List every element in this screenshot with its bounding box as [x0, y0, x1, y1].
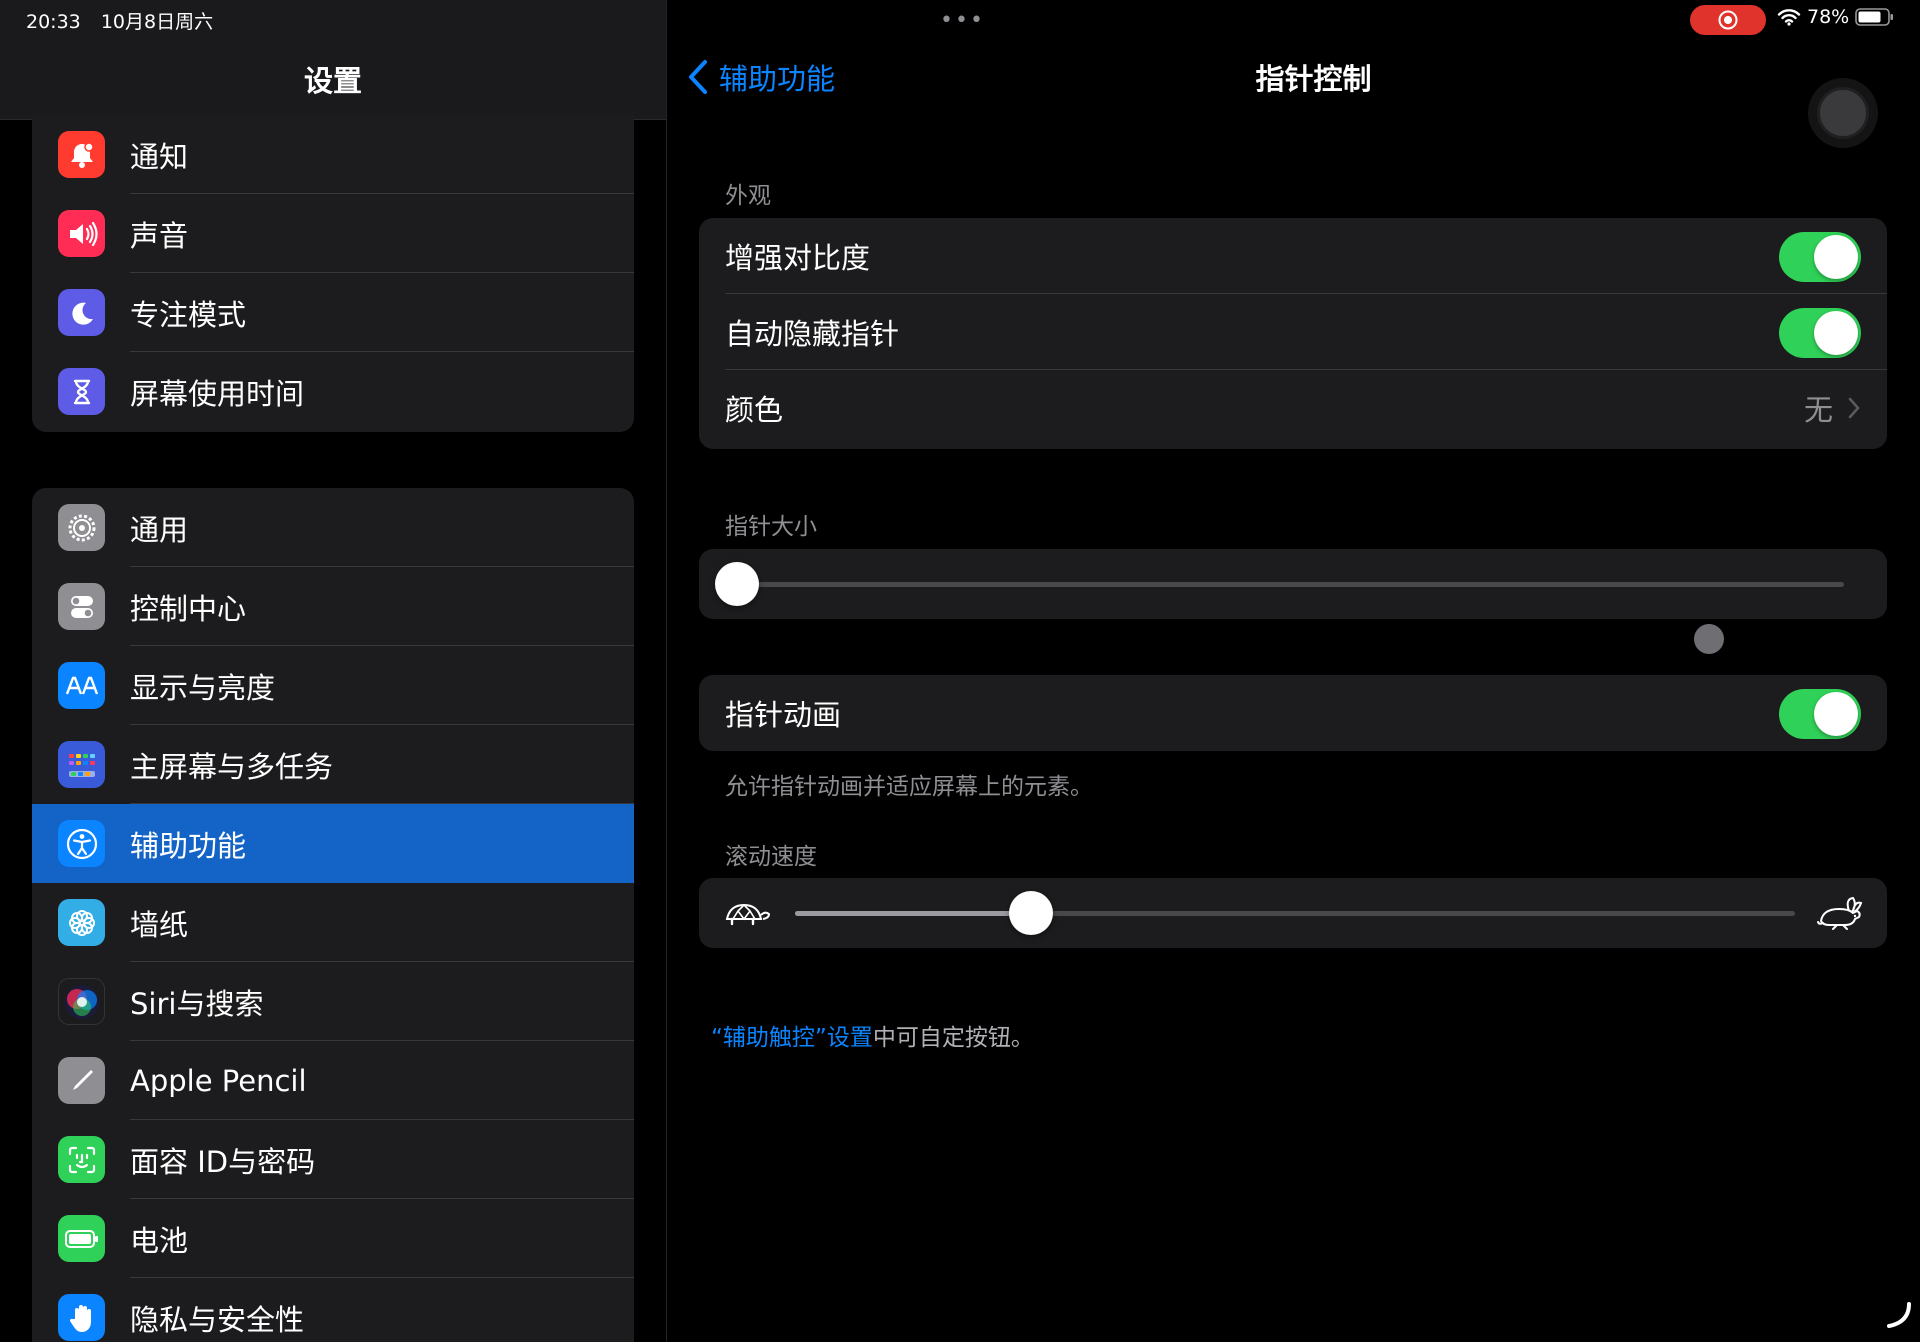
sidebar-item-label: 电池	[130, 1223, 189, 1258]
sidebar-header: 20:33 10月8日周六 设置	[0, 0, 666, 120]
pointer-animations-toggle[interactable]	[1779, 689, 1861, 739]
hare-icon	[1817, 896, 1863, 930]
battery-status-icon	[1855, 8, 1894, 26]
control-center-icon	[58, 583, 105, 630]
wifi-icon	[1777, 9, 1801, 26]
sidebar-item-label: 专注模式	[130, 297, 247, 332]
sidebar-item-label: 面容 ID与密码	[130, 1144, 316, 1179]
sidebar-item-screen-time[interactable]: 屏幕使用时间	[32, 352, 634, 431]
assistive-touch-footer-text: 中可自定按钮。	[872, 1025, 1034, 1051]
pointer-animations-label: 指针动画	[725, 698, 842, 732]
scroll-speed-card	[699, 878, 1887, 948]
pointer-animations-row: 指针动画	[699, 675, 1887, 751]
settings-group-notifications: 通知 声音 专注模式 屏幕使用时间	[32, 115, 634, 432]
appearance-section-header: 外观	[725, 183, 771, 209]
status-time: 20:33	[26, 11, 81, 33]
sidebar-item-sounds[interactable]: 声音	[32, 194, 634, 273]
battery-percentage: 78%	[1807, 6, 1850, 28]
battery-icon	[58, 1215, 105, 1262]
scroll-speed-section-header: 滚动速度	[725, 844, 817, 870]
home-screen-icon	[58, 741, 105, 788]
status-bar-left: 20:33 10月8日周六	[26, 7, 227, 34]
sounds-icon	[58, 210, 105, 257]
siri-icon	[58, 978, 105, 1025]
display-brightness-icon	[58, 662, 105, 709]
sidebar-item-privacy[interactable]: 隐私与安全性	[32, 1278, 634, 1342]
pointer-control-detail: ••• 78% 辅助功能 指针控制 外观 增强对比度 自动隐藏指针 颜色 无 指…	[667, 0, 1920, 1342]
sidebar-item-label: Siri与搜索	[130, 986, 264, 1021]
sidebar-item-label: 墙纸	[130, 907, 189, 942]
pointer-size-section-header: 指针大小	[725, 514, 817, 540]
record-icon	[1718, 10, 1738, 30]
multitasking-menu-icon[interactable]: •••	[940, 8, 985, 33]
general-gear-icon	[58, 504, 105, 551]
focus-moon-icon	[58, 289, 105, 336]
sidebar-item-label: 通用	[130, 512, 189, 547]
scroll-speed-slider-track[interactable]	[795, 911, 1795, 916]
wallpaper-icon	[58, 899, 105, 946]
sidebar-item-display[interactable]: 显示与亮度	[32, 646, 634, 725]
auto-hide-pointer-toggle[interactable]	[1779, 308, 1861, 358]
pointer-color-current: 无	[1803, 393, 1833, 427]
page-title: 指针控制	[1255, 62, 1372, 96]
assistive-touch-settings-link[interactable]: “辅助触控”设置	[711, 1025, 873, 1051]
sidebar-item-label: 显示与亮度	[130, 670, 276, 705]
sidebar-item-label: 声音	[130, 218, 189, 253]
sidebar-item-face-id[interactable]: 面容 ID与密码	[32, 1120, 634, 1199]
sidebar-item-label: 隐私与安全性	[130, 1302, 305, 1337]
sidebar-item-siri[interactable]: Siri与搜索	[32, 962, 634, 1041]
sidebar-item-notifications[interactable]: 通知	[32, 115, 634, 194]
screen-recording-indicator[interactable]	[1690, 5, 1766, 35]
sidebar-item-control-center[interactable]: 控制中心	[32, 567, 634, 646]
sidebar-item-wallpaper[interactable]: 墙纸	[32, 883, 634, 962]
pointer-color-label: 颜色	[725, 393, 784, 427]
appearance-card: 增强对比度 自动隐藏指针 颜色 无	[699, 218, 1887, 449]
pointer-animations-card: 指针动画	[699, 675, 1887, 751]
pointer-color-row[interactable]: 颜色 无	[699, 370, 1887, 446]
scroll-speed-slider-knob[interactable]	[1009, 891, 1053, 935]
pointer-size-card	[699, 549, 1887, 619]
status-bar-right: 78%	[1777, 6, 1895, 28]
status-date: 10月8日周六	[100, 11, 214, 33]
sidebar-item-accessibility[interactable]: 辅助功能	[32, 804, 634, 883]
sidebar-item-label: 屏幕使用时间	[130, 376, 305, 411]
assistive-touch-footer: “辅助触控”设置中可自定按钮。	[711, 1018, 1034, 1052]
increase-contrast-row: 增强对比度	[699, 218, 1887, 294]
increase-contrast-label: 增强对比度	[725, 241, 871, 275]
apple-pencil-icon	[58, 1057, 105, 1104]
settings-group-general: 通用 控制中心 显示与亮度 主屏幕与多任务 辅助功能 墙纸 Siri与搜索 Ap…	[32, 488, 634, 1342]
scroll-speed-slider-fill	[795, 911, 1031, 916]
auto-hide-pointer-label: 自动隐藏指针	[725, 317, 900, 351]
tortoise-icon	[725, 903, 771, 926]
screen-time-hourglass-icon	[58, 368, 105, 415]
pointer-color-value: 无	[1804, 387, 1861, 429]
sidebar-title: 设置	[303, 64, 362, 98]
sidebar-item-home-screen[interactable]: 主屏幕与多任务	[32, 725, 634, 804]
sidebar-item-label: 辅助功能	[130, 828, 247, 863]
increase-contrast-toggle[interactable]	[1779, 232, 1861, 282]
privacy-hand-icon	[58, 1294, 105, 1341]
sidebar-item-apple-pencil[interactable]: Apple Pencil	[32, 1041, 634, 1120]
sidebar-item-focus[interactable]: 专注模式	[32, 273, 634, 352]
settings-sidebar: 20:33 10月8日周六 设置 通知 声音 专注模式 屏幕使用时间 通用 控制…	[0, 0, 666, 1342]
face-id-icon	[58, 1136, 105, 1183]
sidebar-item-label: 控制中心	[130, 591, 247, 626]
pointer-animations-footer: 允许指针动画并适应屏幕上的元素。	[725, 774, 1093, 800]
sidebar-item-label: Apple Pencil	[130, 1063, 307, 1098]
pointer-size-slider-knob[interactable]	[715, 562, 759, 606]
sidebar-item-general[interactable]: 通用	[32, 488, 634, 567]
notifications-icon	[58, 131, 105, 178]
auto-hide-pointer-row: 自动隐藏指针	[699, 294, 1887, 370]
pointer-cursor-preview	[1694, 624, 1724, 654]
window-resize-handle[interactable]	[1883, 1300, 1913, 1330]
sidebar-item-label: 通知	[130, 139, 189, 174]
accessibility-icon	[58, 820, 105, 867]
assistive-touch-button[interactable]	[1808, 78, 1878, 148]
pointer-size-slider-track[interactable]	[742, 582, 1844, 587]
chevron-right-icon	[1848, 397, 1860, 419]
sidebar-item-label: 主屏幕与多任务	[130, 749, 334, 784]
sidebar-item-battery[interactable]: 电池	[32, 1199, 634, 1278]
